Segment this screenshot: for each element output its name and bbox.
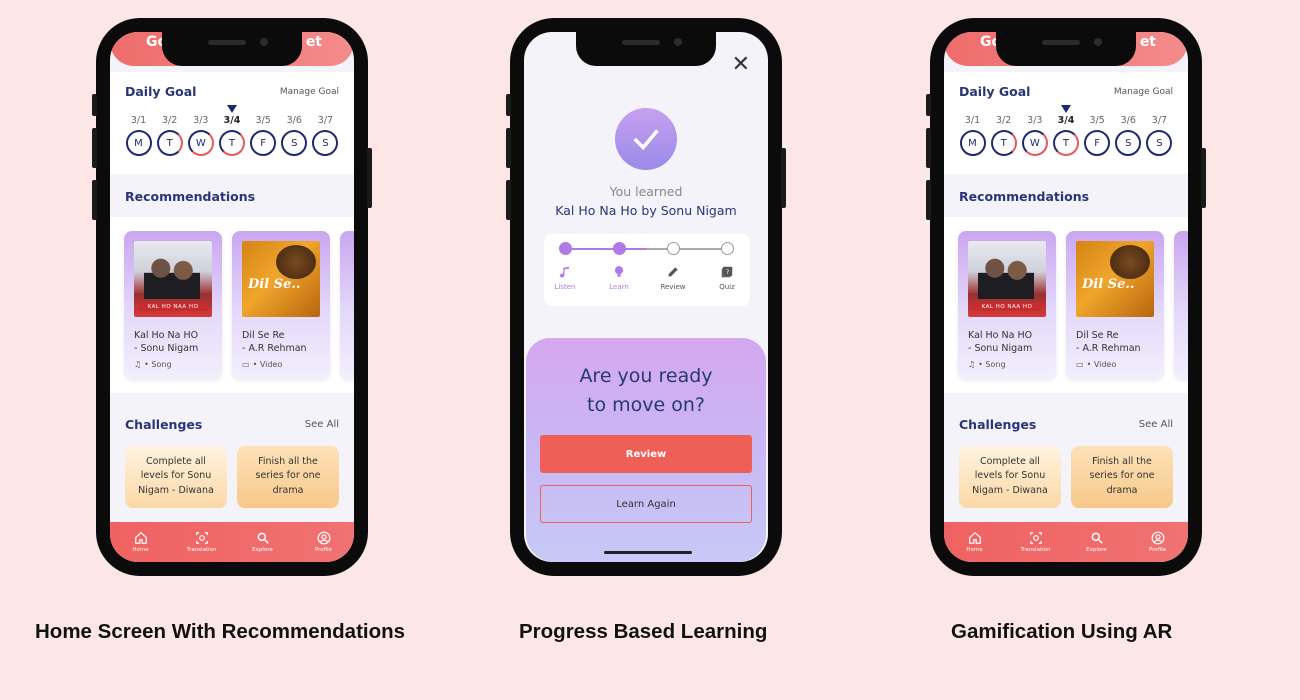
rec-card-song[interactable]: KAL HO NAA HO Kal Ho Na HO - Sonu Nigam ♫…: [124, 231, 222, 379]
challenge-card[interactable]: Complete all levels for Sonu Nigam - Diw…: [959, 446, 1061, 508]
day-1[interactable]: 3/1 M: [125, 115, 152, 156]
caption-gamification: Gamification Using AR: [951, 620, 1173, 643]
day-7[interactable]: 3/7 S: [312, 115, 339, 156]
home-indicator: [604, 551, 692, 554]
see-all-link[interactable]: See All: [305, 419, 339, 430]
challenges-title: Challenges: [959, 417, 1037, 432]
caption-home: Home Screen With Recommendations: [35, 620, 406, 643]
daily-goal-title: Daily Goal: [959, 84, 1031, 99]
close-icon[interactable]: ✕: [732, 52, 750, 77]
week-tracker: 3/1 M 3/2 T 3/3 W 3/4 T 3/5 F 3/6 S 3/7 S: [125, 105, 339, 156]
step-review[interactable]: Review: [653, 264, 693, 291]
learned-song-title: Kal Ho Na Ho by Sonu Nigam: [555, 203, 737, 218]
lightbulb-icon: [614, 266, 624, 277]
week-tracker: 3/1 M 3/2 T 3/3 W 3/4 T 3/5 F 3/6 S 3/7 S: [959, 105, 1173, 156]
home-icon: [134, 531, 147, 544]
home-screen: Go et Daily Goal Manage Goal 3/1 M 3/2 T 3…: [110, 32, 354, 562]
rec-card-partial[interactable]: [1174, 231, 1188, 379]
music-note-icon: ♫: [968, 359, 976, 369]
nav-home[interactable]: Home: [953, 531, 997, 553]
check-icon: [615, 108, 677, 170]
ready-panel: Are you ready to move on? Review Learn Ag…: [526, 338, 766, 562]
day-4-today[interactable]: 3/4 T: [1052, 105, 1079, 156]
nav-translation[interactable]: Translation: [180, 531, 224, 553]
profile-icon: [317, 531, 330, 545]
challenges-title: Challenges: [125, 417, 203, 432]
search-icon: [257, 532, 269, 544]
today-marker-icon: [226, 105, 237, 113]
manage-goal-link[interactable]: Manage Goal: [280, 87, 339, 97]
challenge-card[interactable]: Finish all the series for one drama: [1071, 446, 1173, 508]
svg-text:?: ?: [726, 268, 729, 276]
pencil-icon: [668, 267, 678, 277]
quiz-icon: ?: [721, 266, 733, 278]
nav-explore[interactable]: Explore: [1075, 531, 1119, 553]
daily-goal-card: Daily Goal Manage Goal 3/1 M 3/2 T 3/3 W 3/…: [110, 72, 354, 174]
ar-scan-icon: [195, 532, 208, 544]
recommendations-title: Recommendations: [959, 189, 1090, 204]
day-2[interactable]: 3/2 T: [990, 115, 1017, 156]
recommendations-carousel[interactable]: KAL HO NAA HO Kal Ho Na HO - Sonu Nigam ♫…: [944, 217, 1188, 393]
music-note-icon: ♫: [134, 359, 142, 369]
bottom-nav: Home Translation Explore Profile: [110, 522, 354, 562]
nav-profile[interactable]: Profile: [302, 531, 346, 553]
home-icon: [968, 531, 981, 544]
daily-goal-title: Daily Goal: [125, 84, 197, 99]
challenge-card[interactable]: Finish all the series for one drama: [237, 446, 339, 508]
day-3[interactable]: 3/3 W: [1021, 115, 1048, 156]
day-7[interactable]: 3/7 S: [1146, 115, 1173, 156]
day-6[interactable]: 3/6 S: [1115, 115, 1142, 156]
step-learn[interactable]: Learn: [599, 264, 639, 291]
recommendations-title: Recommendations: [125, 189, 256, 204]
music-note-icon: [560, 266, 570, 278]
poster-image: Dil Se..: [242, 241, 320, 317]
progress-screen: ✕ You learned Kal Ho Na Ho by Sonu Nigam…: [524, 32, 768, 562]
search-icon: [1091, 532, 1103, 544]
day-1[interactable]: 3/1 M: [959, 115, 986, 156]
video-camera-icon: ▭: [242, 359, 250, 369]
day-3[interactable]: 3/3 W: [187, 115, 214, 156]
poster-image: Dil Se..: [1076, 241, 1154, 317]
app-title-right: et: [1139, 34, 1156, 50]
manage-goal-link[interactable]: Manage Goal: [1114, 87, 1173, 97]
phone-gamification: Go et Daily Goal Manage Goal 3/1 M 3/2 T 3…: [926, 18, 1206, 576]
poster-image: KAL HO NAA HO: [134, 241, 212, 317]
phone-home: Go et Daily Goal Manage Goal 3/1 M 3/2 T 3…: [92, 18, 372, 576]
learn-again-button[interactable]: Learn Again: [540, 485, 752, 523]
nav-profile[interactable]: Profile: [1136, 531, 1180, 553]
home-screen-ar: Go et Daily Goal Manage Goal 3/1 M 3/2 T 3…: [944, 32, 1188, 562]
day-5[interactable]: 3/5 F: [1084, 115, 1111, 156]
profile-icon: [1151, 531, 1164, 545]
app-title-right: et: [305, 34, 322, 50]
see-all-link[interactable]: See All: [1139, 419, 1173, 430]
ar-scan-icon: [1029, 532, 1042, 544]
rec-card-partial[interactable]: [340, 231, 354, 379]
daily-goal-card: Daily Goal Manage Goal 3/1 M 3/2 T 3/3 W 3/…: [944, 72, 1188, 174]
review-button[interactable]: Review: [540, 435, 752, 473]
bottom-nav: Home Translation Explore Profile: [944, 522, 1188, 562]
caption-progress: Progress Based Learning: [519, 620, 768, 643]
progress-stepper: Listen Learn Review ? Quiz: [544, 234, 750, 306]
phone-progress: ✕ You learned Kal Ho Na Ho by Sonu Nigam…: [506, 18, 786, 576]
step-listen[interactable]: Listen: [545, 264, 585, 291]
rec-card-video[interactable]: Dil Se.. Dil Se Re - A.R Rehman ▭ • Video: [232, 231, 330, 379]
step-quiz[interactable]: ? Quiz: [707, 264, 747, 291]
day-4-today[interactable]: 3/4 T: [218, 105, 245, 156]
rec-card-song[interactable]: KAL HO NAA HO Kal Ho Na HO - Sonu Nigam ♫…: [958, 231, 1056, 379]
nav-explore[interactable]: Explore: [241, 531, 285, 553]
day-5[interactable]: 3/5 F: [250, 115, 277, 156]
poster-image: KAL HO NAA HO: [968, 241, 1046, 317]
nav-home[interactable]: Home: [119, 531, 163, 553]
video-camera-icon: ▭: [1076, 359, 1084, 369]
day-6[interactable]: 3/6 S: [281, 115, 308, 156]
ready-question: Are you ready to move on?: [579, 365, 713, 417]
day-2[interactable]: 3/2 T: [156, 115, 183, 156]
nav-translation[interactable]: Translation: [1014, 531, 1058, 553]
rec-card-video[interactable]: Dil Se.. Dil Se Re - A.R Rehman ▭ • Video: [1066, 231, 1164, 379]
you-learned-label: You learned: [609, 184, 683, 199]
today-marker-icon: [1060, 105, 1071, 113]
recommendations-carousel[interactable]: KAL HO NAA HO Kal Ho Na HO - Sonu Nigam ♫…: [110, 217, 354, 393]
challenge-card[interactable]: Complete all levels for Sonu Nigam - Diw…: [125, 446, 227, 508]
